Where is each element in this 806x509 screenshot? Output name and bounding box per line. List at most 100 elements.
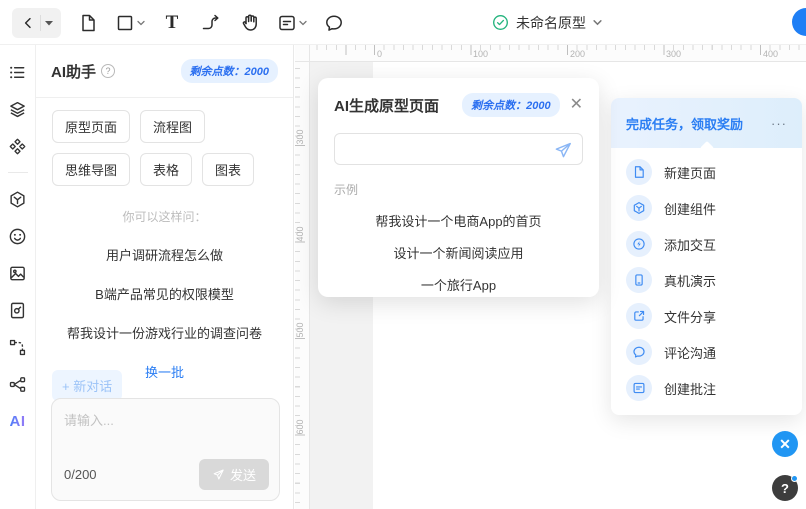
outline-list-button[interactable] <box>4 58 32 86</box>
suggestion-item[interactable]: 帮我设计一份游戏行业的调查问卷 <box>36 323 293 342</box>
text-tool-button[interactable]: T <box>160 9 184 37</box>
file-share-icon <box>626 303 652 329</box>
horizontal-ruler: 0 100 200 300 400 <box>295 45 806 62</box>
frame-tool-button[interactable] <box>115 13 145 33</box>
chat-tool-button[interactable] <box>322 9 346 37</box>
chat-input-footer: 0/200 发送 <box>64 459 269 490</box>
category-chart-button[interactable]: 图表 <box>202 153 254 186</box>
back-button[interactable] <box>16 8 40 38</box>
vector-path-button[interactable] <box>4 333 32 361</box>
help-floating-button[interactable]: ? <box>772 475 798 501</box>
task-item-device-preview[interactable]: 真机演示 <box>611 262 802 298</box>
connector-tool-button[interactable] <box>199 9 223 37</box>
example-item[interactable]: 设计一个新闻阅读应用 <box>334 243 583 262</box>
ruler-label: 600 <box>295 412 305 442</box>
category-prototype-button[interactable]: 原型页面 <box>52 110 130 143</box>
example-item[interactable]: 一个旅行App <box>334 275 583 294</box>
points-badge: 剩余点数：2000 <box>462 93 559 117</box>
divider <box>8 172 28 173</box>
list-icon <box>8 63 27 82</box>
category-table-button[interactable]: 表格 <box>140 153 192 186</box>
task-item-add-interaction[interactable]: 添加交互 <box>611 226 802 262</box>
task-reward-panel: 完成任务，领取奖励 ··· 新建页面 创建组件 添加交互 真机演示 <box>611 98 802 415</box>
task-label: 创建批注 <box>664 379 716 398</box>
new-chat-button[interactable]: + 新对话 <box>52 370 122 401</box>
chevron-down-icon <box>137 20 145 26</box>
task-label: 文件分享 <box>664 307 716 326</box>
ruler-label: 500 <box>295 315 305 345</box>
caret-down-icon <box>45 20 53 26</box>
ruler-label: 100 <box>473 49 488 59</box>
points-badge: 剩余点数：2000 <box>181 59 278 83</box>
back-menu-button[interactable] <box>41 8 57 38</box>
task-item-annotation[interactable]: 创建批注 <box>611 370 802 406</box>
category-flowchart-button[interactable]: 流程图 <box>140 110 205 143</box>
hand-tool-button[interactable] <box>238 9 262 37</box>
top-toolbar: T 未命名原型 <box>0 0 806 45</box>
design-file-button[interactable] <box>4 296 32 324</box>
page-icon <box>626 159 652 185</box>
text-tool-icon: T <box>166 13 179 32</box>
vector-path-icon <box>8 338 27 357</box>
chat-input-box[interactable]: 请输入... 0/200 发送 <box>51 398 280 501</box>
ruler-label: 400 <box>295 219 305 249</box>
layers-button[interactable] <box>4 95 32 123</box>
task-label: 创建组件 <box>664 199 716 218</box>
device-preview-icon <box>626 267 652 293</box>
suggestion-item[interactable]: 用户调研流程怎么做 <box>36 245 293 264</box>
send-plane-icon[interactable] <box>553 140 573 160</box>
chat-input-placeholder: 请输入... <box>64 410 267 429</box>
task-item-create-component[interactable]: 创建组件 <box>611 190 802 226</box>
components-button[interactable] <box>4 132 32 160</box>
chevron-left-icon <box>20 15 36 31</box>
page-tool-button[interactable] <box>76 9 100 37</box>
suggestion-item[interactable]: B端产品常见的权限模型 <box>36 284 293 303</box>
ai-tools-button[interactable]: AI <box>4 407 32 435</box>
document-title: 未命名原型 <box>516 13 586 33</box>
close-icon: ✕ <box>779 436 791 453</box>
example-item[interactable]: 帮我设计一个电商App的首页 <box>334 211 583 230</box>
frame-icon <box>115 13 135 33</box>
ruler-label: 0 <box>377 49 382 59</box>
task-item-file-share[interactable]: 文件分享 <box>611 298 802 334</box>
note-tool-button[interactable] <box>277 13 307 33</box>
comment-icon <box>626 339 652 365</box>
hand-icon <box>240 13 260 33</box>
category-buttons: 原型页面 流程图 思维导图 表格 图表 <box>36 98 293 190</box>
document-title-group[interactable]: 未命名原型 <box>492 0 602 45</box>
task-panel-header: 完成任务，领取奖励 ··· <box>611 98 802 148</box>
note-icon <box>277 13 297 33</box>
send-button[interactable]: 发送 <box>199 459 269 490</box>
notification-dot <box>791 475 798 482</box>
task-item-comment[interactable]: 评论沟通 <box>611 334 802 370</box>
design-doc-icon <box>8 301 27 320</box>
more-options-icon[interactable]: ··· <box>771 117 787 130</box>
dismiss-floating-button[interactable]: ✕ <box>772 431 798 457</box>
ruler-label: 300 <box>666 49 681 59</box>
send-plane-icon <box>212 468 225 481</box>
category-mindmap-button[interactable]: 思维导图 <box>52 153 130 186</box>
material-library-button[interactable] <box>4 185 32 213</box>
user-avatar[interactable] <box>792 8 806 36</box>
ai-panel-header: AI助手 ? 剩余点数：2000 <box>36 45 293 97</box>
close-icon[interactable]: ✕ <box>570 97 583 113</box>
share-graph-button[interactable] <box>4 370 32 398</box>
interaction-icon <box>626 231 652 257</box>
task-item-new-page[interactable]: 新建页面 <box>611 154 802 190</box>
smiley-icon <box>8 227 27 246</box>
chevron-down-icon <box>299 20 307 26</box>
layers-icon <box>8 100 27 119</box>
dialog-header: AI生成原型页面 剩余点数：2000 ✕ <box>334 93 583 117</box>
help-icon[interactable]: ? <box>101 64 115 78</box>
ai-logo-icon: AI <box>10 413 26 430</box>
char-counter: 0/200 <box>64 467 97 482</box>
prompt-input[interactable] <box>334 133 583 165</box>
share-nodes-icon <box>8 375 27 394</box>
component-icon <box>626 195 652 221</box>
task-panel-title: 完成任务，领取奖励 <box>626 114 743 133</box>
task-label: 添加交互 <box>664 235 716 254</box>
image-library-button[interactable] <box>4 259 32 287</box>
task-list: 新建页面 创建组件 添加交互 真机演示 文件分享 评论沟通 <box>611 148 802 406</box>
emoji-library-button[interactable] <box>4 222 32 250</box>
dialog-title: AI生成原型页面 <box>334 95 439 116</box>
